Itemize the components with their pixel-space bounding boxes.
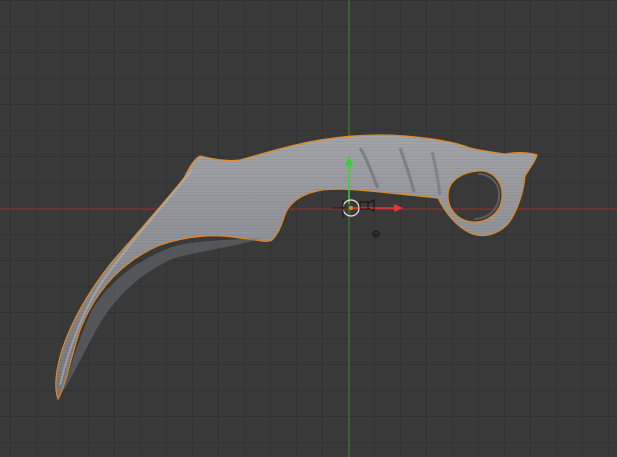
karambit-knife-mesh[interactable]	[55, 134, 538, 401]
3d-viewport[interactable]	[0, 0, 617, 457]
blade-shading	[62, 238, 262, 392]
mesh-stripes	[55, 135, 537, 400]
gizmo-x-arrow[interactable]	[394, 204, 403, 212]
viewport-scene[interactable]	[0, 0, 617, 457]
lamp-icon[interactable]	[372, 230, 380, 238]
origin-point-icon[interactable]	[349, 206, 353, 210]
